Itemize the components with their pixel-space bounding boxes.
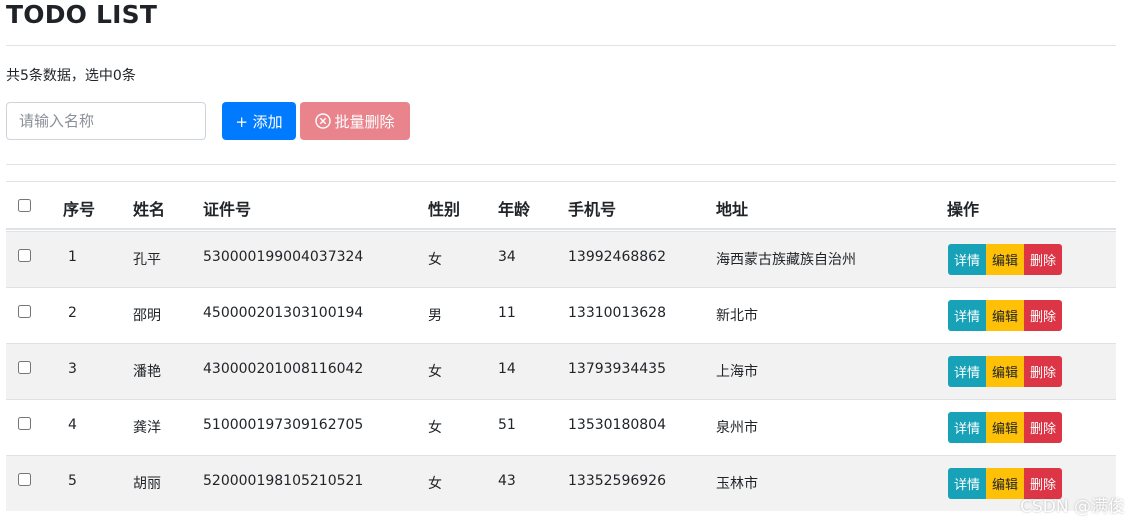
delete-button[interactable]: 删除	[1024, 244, 1063, 275]
row-actions: 详情 编辑 删除	[948, 412, 1063, 443]
detail-button[interactable]: 详情	[948, 412, 987, 443]
edit-button[interactable]: 编辑	[986, 356, 1025, 387]
header-age: 年龄	[498, 200, 531, 219]
detail-button[interactable]: 详情	[948, 300, 987, 331]
row-name: 龚洋	[133, 420, 161, 436]
row-gender: 女	[428, 476, 442, 492]
row-index: 5	[68, 473, 77, 489]
delete-button[interactable]: 删除	[1024, 412, 1063, 443]
delete-button[interactable]: 删除	[1024, 300, 1063, 331]
row-phone: 13530180804	[568, 417, 666, 433]
row-address: 上海市	[716, 364, 758, 380]
row-checkbox[interactable]	[18, 305, 31, 318]
detail-button[interactable]: 详情	[948, 244, 987, 275]
row-index: 3	[68, 361, 77, 377]
row-address: 泉州市	[716, 420, 758, 436]
row-id-number: 510000197309162705	[203, 417, 364, 433]
circle-x-icon	[315, 113, 332, 129]
table-row: 5 胡丽 520000198105210521 女 43 13352596926 玉林市 详情…	[6, 455, 1116, 511]
edit-button[interactable]: 编辑	[986, 412, 1025, 443]
row-age: 11	[498, 305, 516, 321]
row-address: 海西蒙古族藏族自治州	[716, 252, 856, 268]
row-id-number: 450000201303100194	[203, 305, 364, 321]
row-id-number: 530000199004037324	[203, 249, 364, 265]
header-id-number: 证件号	[203, 200, 252, 219]
edit-button[interactable]: 编辑	[986, 300, 1025, 331]
row-checkbox[interactable]	[18, 249, 31, 262]
row-index: 4	[68, 417, 77, 433]
row-id-number: 520000198105210521	[203, 473, 364, 489]
name-search-input[interactable]	[6, 102, 206, 140]
row-actions: 详情 编辑 删除	[948, 300, 1063, 331]
detail-button[interactable]: 详情	[948, 468, 987, 499]
divider	[6, 45, 1116, 46]
row-actions: 详情 编辑 删除	[948, 244, 1063, 275]
header-phone: 手机号	[568, 200, 617, 219]
row-phone: 13793934435	[568, 361, 666, 377]
add-button[interactable]: + 添加	[222, 102, 296, 140]
delete-button[interactable]: 删除	[1024, 356, 1063, 387]
table-row: 1 孔平 530000199004037324 女 34 13992468862 海西蒙古族…	[6, 231, 1116, 287]
table-row: 3 潘艳 430000201008116042 女 14 13793934435 上海市 详情…	[6, 343, 1116, 399]
detail-button[interactable]: 详情	[948, 356, 987, 387]
table-row: 2 邵明 450000201303100194 男 11 13310013628 新北市 详情…	[6, 287, 1116, 343]
row-age: 43	[498, 473, 516, 489]
header-index: 序号	[63, 200, 96, 219]
select-all-checkbox[interactable]	[18, 199, 31, 212]
row-gender: 男	[428, 308, 442, 324]
row-name: 孔平	[133, 252, 161, 268]
table-header: 序号 姓名 证件号 性别 年龄 手机号 地址 操作	[6, 182, 1116, 230]
divider	[6, 164, 1116, 165]
row-checkbox[interactable]	[18, 417, 31, 430]
row-index: 2	[68, 305, 77, 321]
row-name: 胡丽	[133, 476, 161, 492]
row-age: 14	[498, 361, 516, 377]
table-row: 4 龚洋 510000197309162705 女 51 13530180804 泉州市 详情…	[6, 399, 1116, 455]
header-gender: 性别	[428, 200, 461, 219]
row-gender: 女	[428, 252, 442, 268]
edit-button[interactable]: 编辑	[986, 468, 1025, 499]
row-address: 玉林市	[716, 476, 758, 492]
batch-delete-label: 批量删除	[334, 112, 395, 131]
page-title: TODO LIST	[6, 0, 158, 29]
row-gender: 女	[428, 364, 442, 380]
row-name: 潘艳	[133, 364, 161, 380]
header-address: 地址	[716, 200, 749, 219]
add-button-label: + 添加	[235, 112, 283, 131]
row-phone: 13992468862	[568, 249, 666, 265]
header-actions: 操作	[947, 200, 980, 219]
row-id-number: 430000201008116042	[203, 361, 364, 377]
batch-delete-button[interactable]: 批量删除	[300, 102, 410, 140]
row-gender: 女	[428, 420, 442, 436]
row-name: 邵明	[133, 308, 161, 324]
header-name: 姓名	[133, 200, 166, 219]
row-index: 1	[68, 249, 77, 265]
row-checkbox[interactable]	[18, 361, 31, 374]
row-address: 新北市	[716, 308, 758, 324]
row-checkbox[interactable]	[18, 473, 31, 486]
row-phone: 13352596926	[568, 473, 666, 489]
selection-summary: 共5条数据，选中0条	[6, 68, 136, 84]
row-age: 51	[498, 417, 516, 433]
row-age: 34	[498, 249, 516, 265]
row-actions: 详情 编辑 删除	[948, 356, 1063, 387]
edit-button[interactable]: 编辑	[986, 244, 1025, 275]
row-phone: 13310013628	[568, 305, 666, 321]
watermark: CSDN @满俊	[1020, 497, 1125, 517]
